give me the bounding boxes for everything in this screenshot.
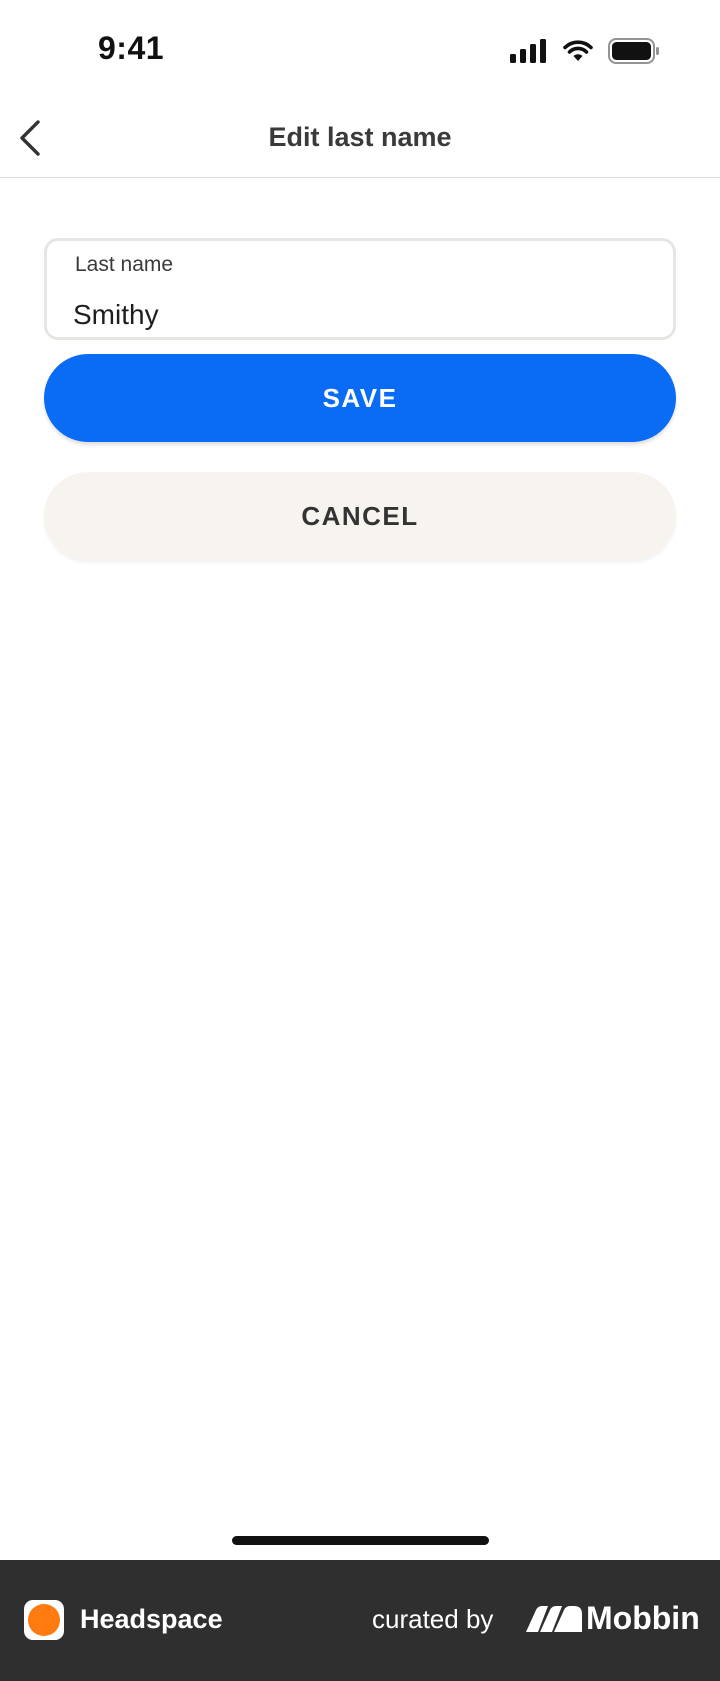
wifi-icon: [562, 39, 594, 68]
app-name: Headspace: [80, 1604, 223, 1634]
status-time: 9:41: [98, 30, 165, 66]
footer-banner: Headspace curated by Mobbin: [0, 1560, 720, 1681]
curated-by-label: curated by: [372, 1604, 494, 1634]
save-button[interactable]: SAVE: [44, 354, 676, 442]
last-name-field[interactable]: Last name: [44, 238, 676, 340]
app-icon-dot: [28, 1604, 60, 1636]
battery-icon: [608, 37, 660, 69]
nav-header: Edit last name: [0, 104, 720, 178]
edit-last-name-screen: 9:41 Edit last name Last name Smithy SAV…: [0, 0, 720, 1681]
home-indicator: [232, 1536, 489, 1545]
status-icons: [510, 37, 660, 69]
last-name-label: Last name: [75, 253, 174, 276]
mobbin-logo-icon: [524, 1604, 584, 1634]
last-name-input[interactable]: [73, 299, 633, 331]
status-bar: 9:41: [0, 0, 720, 104]
mobbin-brand: Mobbin: [586, 1600, 700, 1636]
cancel-button[interactable]: CANCEL: [44, 472, 676, 560]
app-icon: [24, 1600, 64, 1640]
page-title: Edit last name: [268, 122, 452, 152]
cellular-signal-icon: [510, 38, 548, 68]
